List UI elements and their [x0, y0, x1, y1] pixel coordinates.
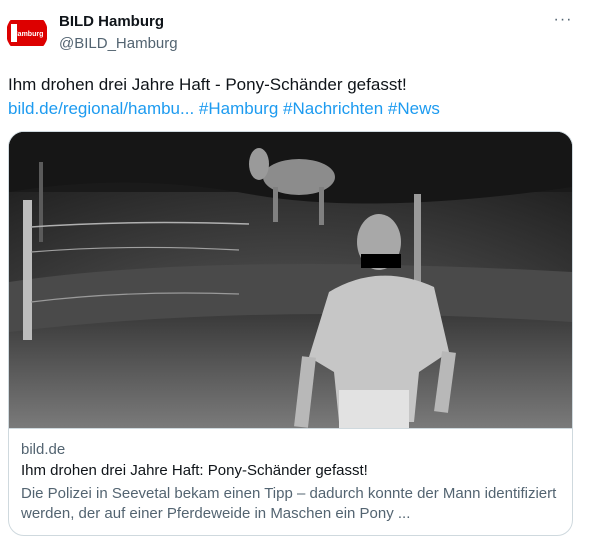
tweet-links: bild.de/regional/hambu... #Hamburg #Nach… [8, 98, 440, 120]
card-description: Die Polizei in Seevetal bekam einen Tipp… [21, 485, 557, 522]
link-card[interactable]: bild.de Ihm drohen drei Jahre Haft: Pony… [8, 131, 573, 536]
card-domain: bild.de [21, 441, 66, 458]
night-camera-photo [9, 132, 572, 428]
hashtag-nachrichten[interactable]: #Nachrichten [283, 99, 388, 118]
tweet-text: Ihm drohen drei Jahre Haft - Pony-Schänd… [8, 75, 407, 94]
hashtag-hamburg[interactable]: #Hamburg [199, 99, 283, 118]
bild-logo-icon: Hamburg [6, 12, 48, 54]
author-handle[interactable]: @BILD_Hamburg [59, 35, 178, 52]
hashtag-news[interactable]: #News [388, 99, 440, 118]
avatar-text: Hamburg [13, 31, 44, 38]
more-options-icon[interactable]: ··· [552, 12, 574, 32]
card-title: Ihm drohen drei Jahre Haft: Pony-Schände… [21, 462, 368, 479]
tweet[interactable]: Hamburg BILD Hamburg @BILD_Hamburg ··· I… [0, 0, 593, 537]
author-name[interactable]: BILD Hamburg [59, 13, 164, 30]
article-link[interactable]: bild.de/regional/hambu... [8, 99, 199, 118]
card-meta[interactable]: bild.de Ihm drohen drei Jahre Haft: Pony… [9, 428, 572, 535]
card-image[interactable] [9, 132, 572, 428]
avatar[interactable]: Hamburg [6, 12, 48, 54]
